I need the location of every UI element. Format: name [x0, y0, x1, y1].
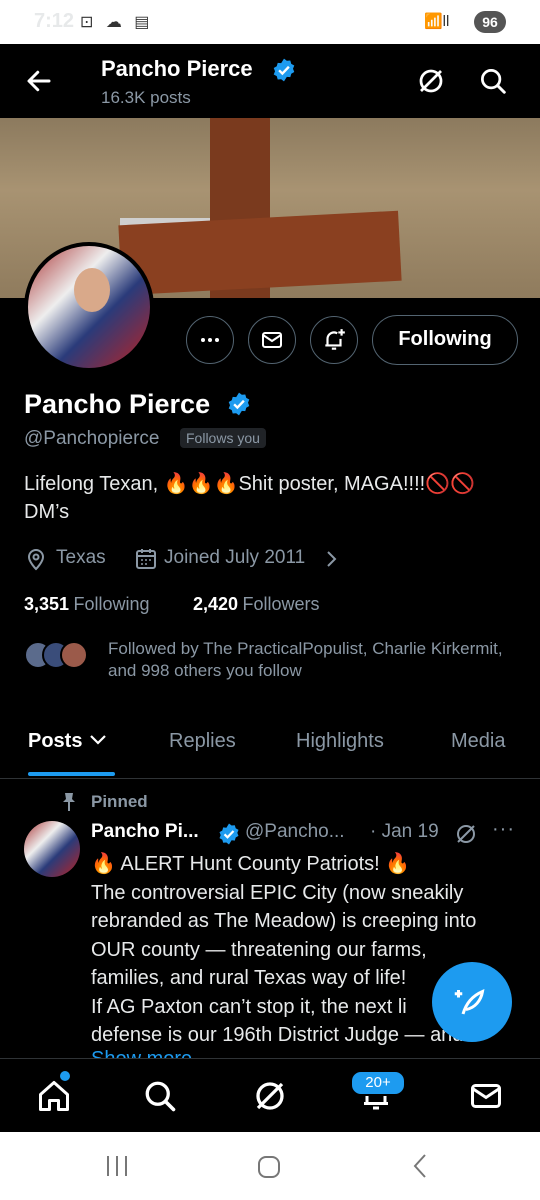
header-post-count: 16.3K posts [101, 88, 191, 107]
battery-indicator: 96 [474, 11, 506, 33]
tweet-line: rebranded as The Meadow) is creeping int… [91, 910, 477, 932]
tab-posts-label: Posts [28, 730, 83, 752]
following-button[interactable]: Following [372, 315, 518, 365]
profile-location: Texas [56, 547, 106, 568]
message-button[interactable] [248, 316, 296, 364]
status-time: 7:12 [34, 10, 75, 32]
verified-badge-icon [228, 392, 250, 416]
followers-label: Followers [242, 594, 320, 614]
verified-badge-icon [273, 58, 295, 82]
tweet-author-handle[interactable]: @Pancho... [245, 821, 345, 843]
tweet-more-icon[interactable]: ··· [492, 818, 515, 841]
notify-bell-icon [325, 329, 345, 350]
grok-icon[interactable] [252, 1078, 288, 1114]
notifications-badge: 20+ [350, 1070, 406, 1096]
profile-bio: Lifelong Texan, 🔥🔥🔥Shit poster, MAGA!!!!… [24, 473, 475, 523]
profile-avatar[interactable] [24, 242, 154, 372]
following-count: 3,351 [24, 594, 70, 614]
compose-icon [454, 989, 485, 1015]
header-name: Pancho Pierce [101, 56, 253, 81]
tweet-line: 🔥 ALERT Hunt County Patriots! 🔥 [91, 853, 411, 875]
recent-apps-icon[interactable] [104, 1154, 130, 1178]
profile-header-bar [0, 44, 540, 118]
tab-replies[interactable]: Replies [169, 730, 236, 753]
follows-you-badge: Follows you [180, 428, 266, 448]
home-button-icon[interactable] [256, 1154, 282, 1180]
grok-icon[interactable] [416, 66, 446, 96]
pinned-label: Pinned [91, 792, 148, 811]
following-stat[interactable]: 3,351 Following [24, 594, 150, 615]
profile-name: Pancho Pierce [24, 389, 211, 419]
verified-badge-icon [219, 823, 239, 845]
tweet-date[interactable]: · Jan 19 [370, 821, 439, 843]
grok-icon[interactable] [454, 822, 478, 846]
profile-handle: @Panchopierce [24, 428, 160, 449]
notifications-button[interactable] [310, 316, 358, 364]
banner-cross-arm [118, 210, 402, 296]
profile-joined-date[interactable]: Joined July 2011 [164, 547, 305, 569]
tab-highlights[interactable]: Highlights [296, 730, 384, 753]
tab-posts[interactable]: Posts [28, 730, 108, 753]
avatar-face [74, 268, 110, 312]
home-icon[interactable] [36, 1078, 72, 1114]
follower-avatar [60, 641, 88, 669]
tweet-author-name[interactable]: Pancho Pi... [91, 821, 199, 843]
mail-icon [262, 332, 282, 348]
tweet-line: The controversial EPIC City (now sneakil… [91, 881, 464, 904]
followed-by-text[interactable]: Followed by The PracticalPopulist, Charl… [108, 638, 508, 682]
tweet-line: OUR county — threatening our farms, [91, 938, 427, 961]
calendar-icon [136, 549, 156, 569]
tweet-avatar[interactable] [24, 821, 80, 877]
search-icon[interactable] [478, 66, 508, 96]
more-options-button[interactable] [186, 316, 234, 364]
chevron-down-icon [90, 735, 106, 745]
status-left-icons: ⊡ ☁ ▤ [80, 14, 154, 31]
mail-icon[interactable] [468, 1078, 504, 1114]
home-unread-dot [60, 1071, 70, 1081]
tab-divider [0, 778, 540, 779]
active-tab-indicator [28, 772, 115, 776]
chevron-right-icon[interactable] [325, 547, 339, 571]
more-icon [201, 338, 219, 342]
followers-stat[interactable]: 2,420 Followers [193, 594, 320, 615]
tab-media[interactable]: Media [451, 730, 505, 753]
pin-icon [63, 793, 75, 811]
location-icon [27, 549, 45, 571]
compose-button[interactable] [432, 962, 512, 1042]
search-icon[interactable] [142, 1078, 178, 1114]
back-button-icon[interactable] [410, 1152, 430, 1180]
followers-count: 2,420 [193, 594, 239, 614]
following-label: Following [73, 594, 150, 614]
signal-icon: 📶ll [424, 13, 450, 30]
back-arrow-icon[interactable] [24, 66, 54, 96]
